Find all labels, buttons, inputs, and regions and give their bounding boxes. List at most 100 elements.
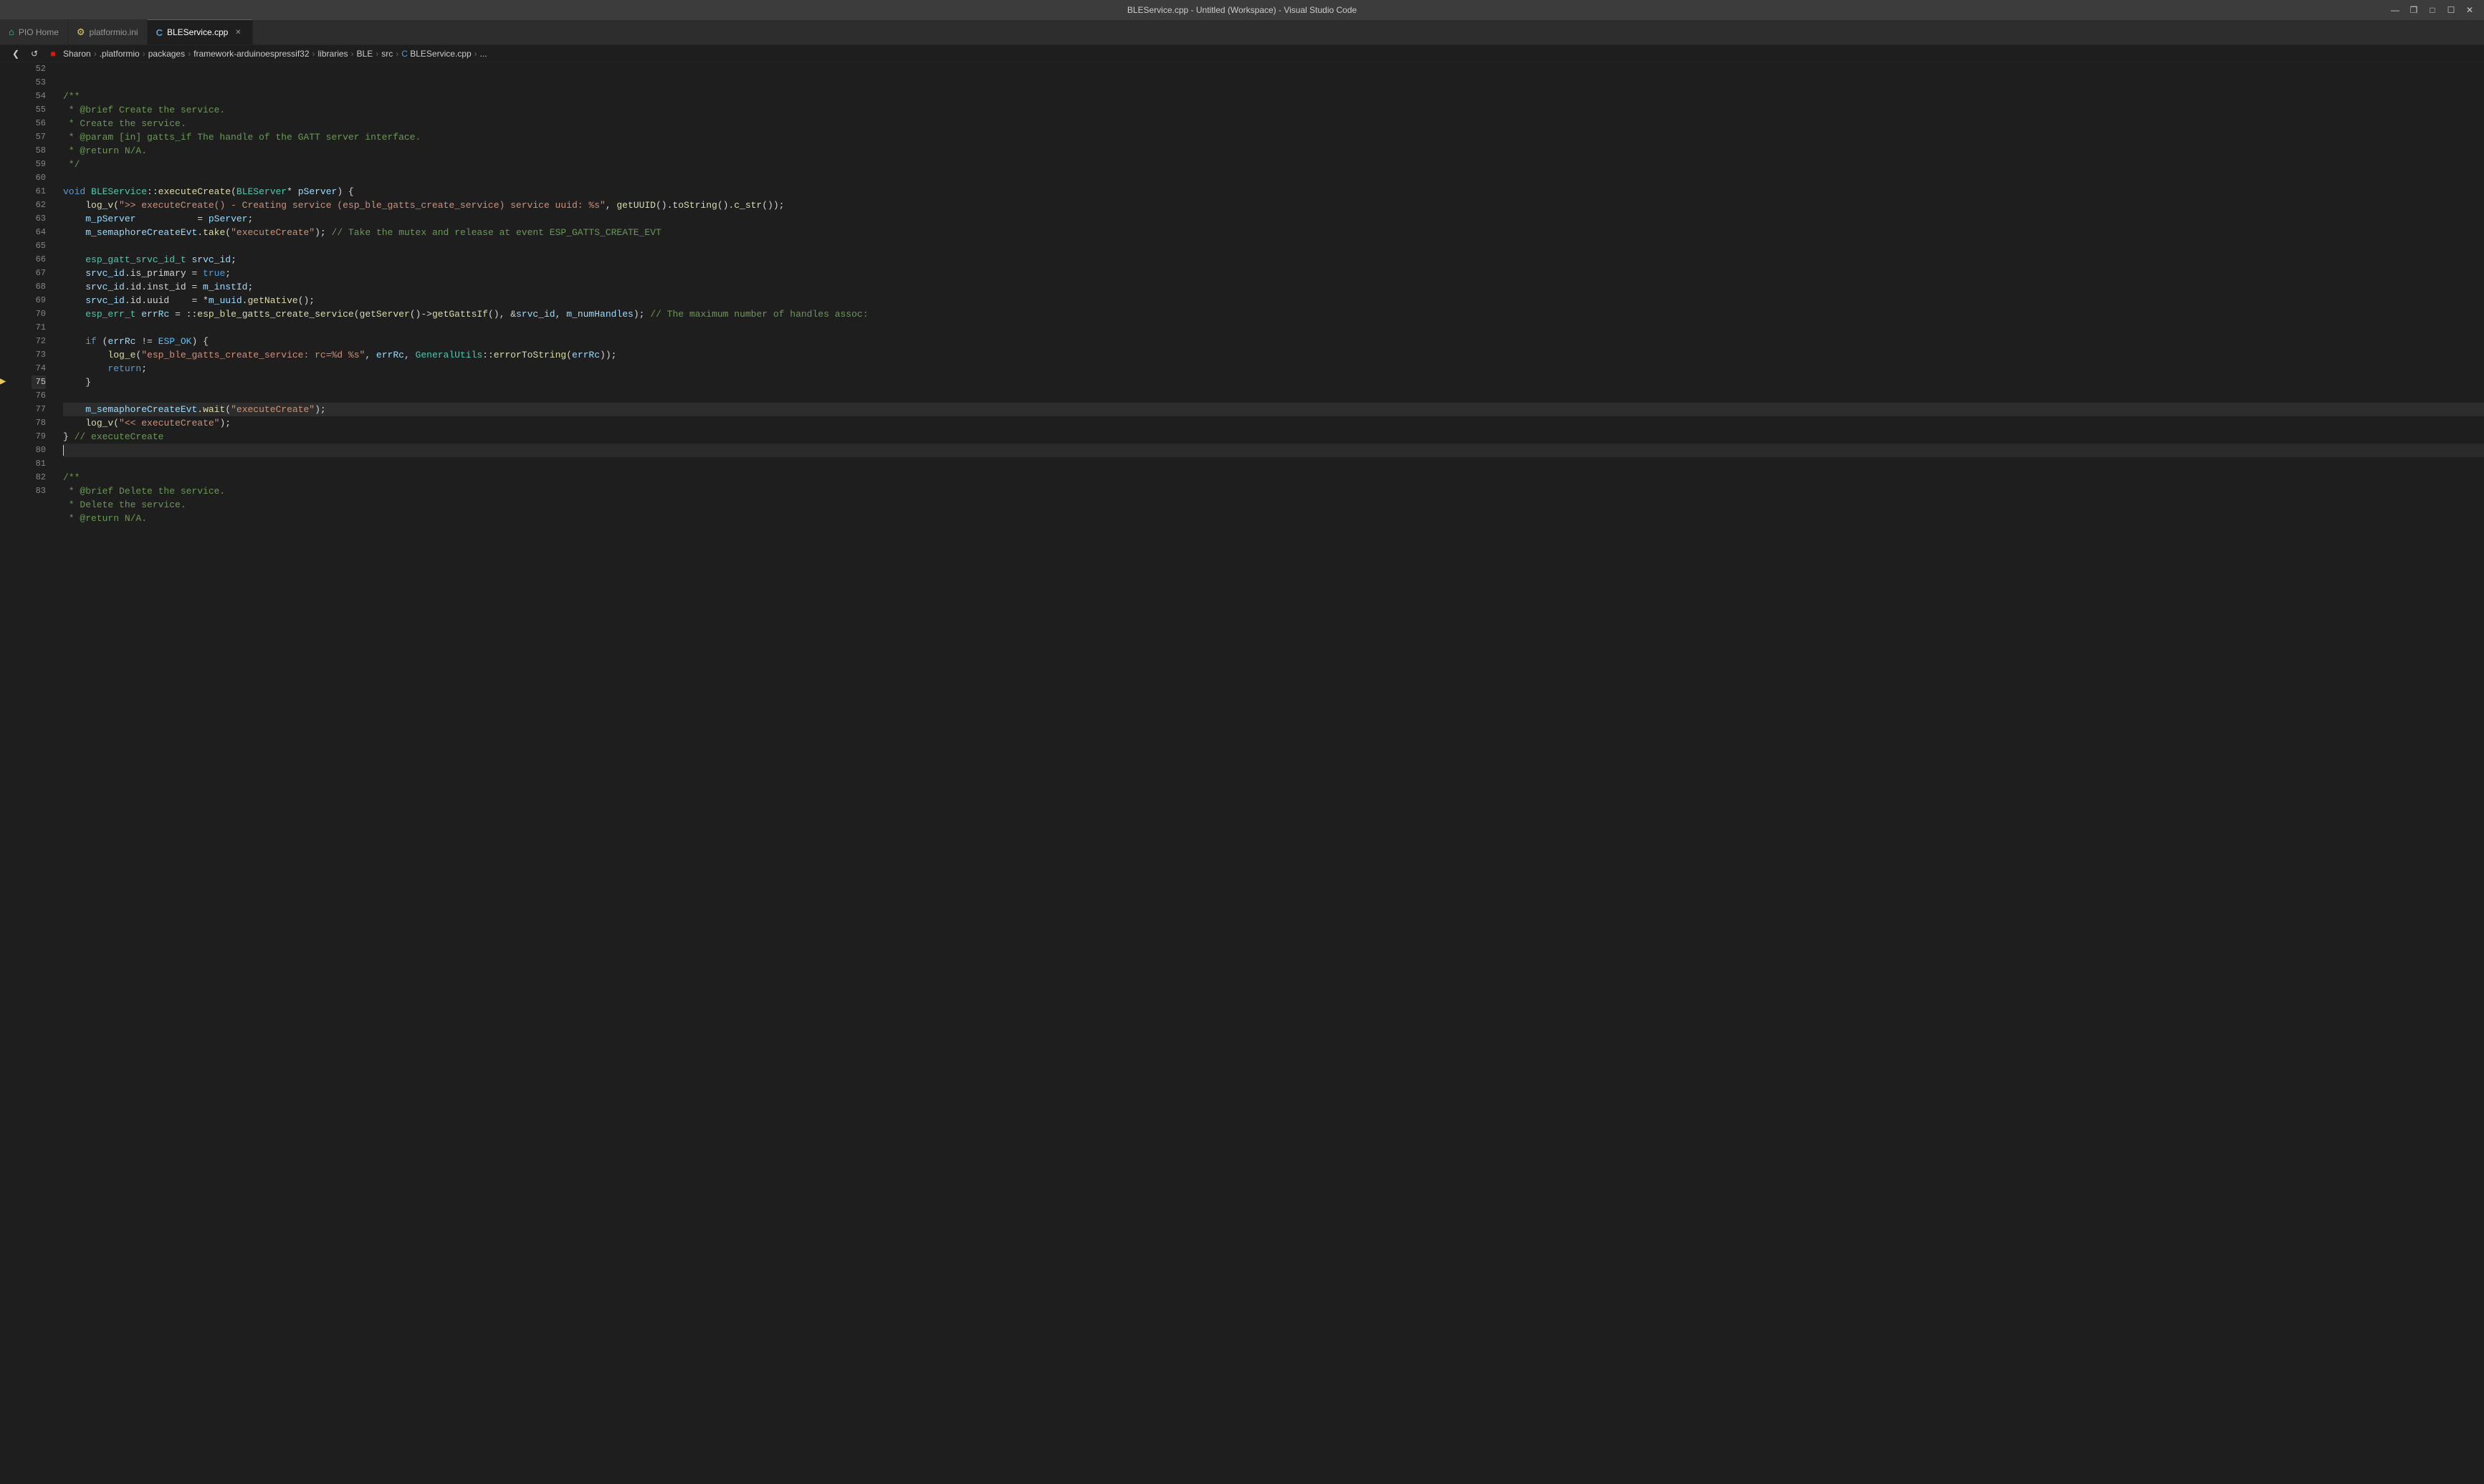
breadcrumb-sep-2: › xyxy=(143,49,145,59)
code-line-54[interactable]: * Create the service. xyxy=(63,117,2484,130)
breadcrumb-framework[interactable]: framework-arduinoespressif32 xyxy=(194,49,309,59)
gutter: ▶ xyxy=(0,62,14,1484)
code-editor[interactable]: /** * @brief Create the service. * Creat… xyxy=(57,62,2484,1484)
breadcrumb-sep-7: › xyxy=(396,49,398,59)
gutter-line-56 xyxy=(0,117,14,130)
line-number-82: 82 xyxy=(32,471,46,484)
gutter-line-76 xyxy=(0,389,14,403)
gutter-line-58 xyxy=(0,144,14,158)
gutter-line-73 xyxy=(0,348,14,362)
code-line-82[interactable]: * Delete the service. xyxy=(63,498,2484,512)
tile-button[interactable]: ☐ xyxy=(2442,2,2460,18)
code-line-78[interactable] xyxy=(63,444,2484,457)
code-line-61[interactable]: m_pServer = pServer; xyxy=(63,212,2484,226)
code-line-56[interactable]: * @return N/A. xyxy=(63,144,2484,158)
tab-pio-home-label: PIO Home xyxy=(19,27,59,37)
breadcrumb-filename[interactable]: C BLEService.cpp xyxy=(401,49,471,59)
gutter-line-77 xyxy=(0,403,14,416)
tab-ble-service[interactable]: C BLEService.cpp ✕ xyxy=(148,19,254,44)
line-number-59: 59 xyxy=(32,158,46,171)
restore-button[interactable]: ❒ xyxy=(2405,2,2422,18)
breadcrumb-packages[interactable]: packages xyxy=(148,49,185,59)
stop-button[interactable]: ■ xyxy=(46,47,60,61)
gutter-line-60 xyxy=(0,171,14,185)
window-title: BLEService.cpp - Untitled (Workspace) - … xyxy=(1127,5,1357,15)
line-number-52: 52 xyxy=(32,62,46,76)
line-number-61: 61 xyxy=(32,185,46,198)
line-number-76: 76 xyxy=(32,389,46,403)
tab-platformio-ini[interactable]: ⚙ platformio.ini xyxy=(68,19,148,44)
breadcrumb-ble[interactable]: BLE xyxy=(357,49,373,59)
code-line-69[interactable] xyxy=(63,321,2484,335)
code-line-59[interactable]: void BLEService::executeCreate(BLEServer… xyxy=(63,185,2484,198)
gutter-line-78 xyxy=(0,416,14,430)
gutter-line-82 xyxy=(0,471,14,484)
code-line-74[interactable] xyxy=(63,389,2484,403)
code-line-68[interactable]: esp_err_t errRc = ::esp_ble_gatts_create… xyxy=(63,307,2484,321)
code-line-53[interactable]: * @brief Create the service. xyxy=(63,103,2484,117)
tab-pio-home[interactable]: ⌂ PIO Home xyxy=(0,19,68,44)
code-line-71[interactable]: log_e("esp_ble_gatts_create_service: rc=… xyxy=(63,348,2484,362)
code-line-80[interactable]: /** xyxy=(63,471,2484,484)
code-line-63[interactable] xyxy=(63,239,2484,253)
code-line-76[interactable]: log_v("<< executeCreate"); xyxy=(63,416,2484,430)
breadcrumb-more[interactable]: ... xyxy=(480,49,487,59)
breadcrumb-libraries[interactable]: libraries xyxy=(318,49,348,59)
code-line-57[interactable]: */ xyxy=(63,158,2484,171)
gutter-line-74 xyxy=(0,362,14,375)
gutter-line-70 xyxy=(0,307,14,321)
breadcrumb-src[interactable]: src xyxy=(381,49,393,59)
gutter-line-57 xyxy=(0,130,14,144)
tab-close-button[interactable]: ✕ xyxy=(232,27,244,38)
line-number-77: 77 xyxy=(32,403,46,416)
ble-service-icon: C xyxy=(156,27,163,38)
platformio-ini-icon: ⚙ xyxy=(77,27,85,38)
code-line-65[interactable]: srvc_id.is_primary = true; xyxy=(63,267,2484,280)
line-number-70: 70 xyxy=(32,307,46,321)
code-line-70[interactable]: if (errRc != ESP_OK) { xyxy=(63,335,2484,348)
line-number-65: 65 xyxy=(32,239,46,253)
code-line-79[interactable] xyxy=(63,457,2484,471)
code-line-62[interactable]: m_semaphoreCreateEvt.take("executeCreate… xyxy=(63,226,2484,239)
line-number-72: 72 xyxy=(32,335,46,348)
code-line-52[interactable]: /** xyxy=(63,90,2484,103)
gutter-line-66 xyxy=(0,253,14,267)
gutter-line-53 xyxy=(0,76,14,90)
gutter-line-81 xyxy=(0,457,14,471)
close-button[interactable]: ✕ xyxy=(2461,2,2478,18)
gutter-line-79 xyxy=(0,430,14,444)
back-button[interactable]: ❮ xyxy=(9,47,23,61)
code-line-75[interactable]: m_semaphoreCreateEvt.wait("executeCreate… xyxy=(63,403,2484,416)
code-line-73[interactable]: } xyxy=(63,375,2484,389)
breadcrumb-sharon[interactable]: Sharon xyxy=(63,49,91,59)
code-line-77[interactable]: } // executeCreate xyxy=(63,430,2484,444)
line-number-67: 67 xyxy=(32,267,46,280)
title-bar: BLEService.cpp - Untitled (Workspace) - … xyxy=(0,0,2484,20)
code-line-55[interactable]: * @param [in] gatts_if The handle of the… xyxy=(63,130,2484,144)
code-line-60[interactable]: log_v(">> executeCreate() - Creating ser… xyxy=(63,198,2484,212)
line-number-80: 80 xyxy=(32,444,46,457)
breadcrumb-platformio[interactable]: .platformio xyxy=(100,49,140,59)
breadcrumb: ❮ ↺ ■ Sharon › .platformio › packages › … xyxy=(0,45,2484,62)
line-number-78: 78 xyxy=(32,416,46,430)
breadcrumb-sep-5: › xyxy=(351,49,354,59)
code-container[interactable]: ▶ 52535455565758596061626364656667686970… xyxy=(0,62,2484,1484)
code-line-83[interactable]: * @return N/A. xyxy=(63,512,2484,525)
line-number-58: 58 xyxy=(32,144,46,158)
code-line-66[interactable]: srvc_id.id.inst_id = m_instId; xyxy=(63,280,2484,294)
code-line-72[interactable]: return; xyxy=(63,362,2484,375)
line-number-57: 57 xyxy=(32,130,46,144)
line-number-54: 54 xyxy=(32,90,46,103)
breadcrumb-sep-8: › xyxy=(474,49,477,59)
maximize-button[interactable]: □ xyxy=(2424,2,2441,18)
refresh-button[interactable]: ↺ xyxy=(27,47,42,61)
code-line-64[interactable]: esp_gatt_srvc_id_t srvc_id; xyxy=(63,253,2484,267)
code-line-67[interactable]: srvc_id.id.uuid = *m_uuid.getNative(); xyxy=(63,294,2484,307)
code-line-58[interactable] xyxy=(63,171,2484,185)
line-number-74: 74 xyxy=(32,362,46,375)
code-line-81[interactable]: * @brief Delete the service. xyxy=(63,484,2484,498)
line-number-56: 56 xyxy=(32,117,46,130)
line-number-53: 53 xyxy=(32,76,46,90)
line-number-66: 66 xyxy=(32,253,46,267)
minimize-button[interactable]: — xyxy=(2387,2,2404,18)
